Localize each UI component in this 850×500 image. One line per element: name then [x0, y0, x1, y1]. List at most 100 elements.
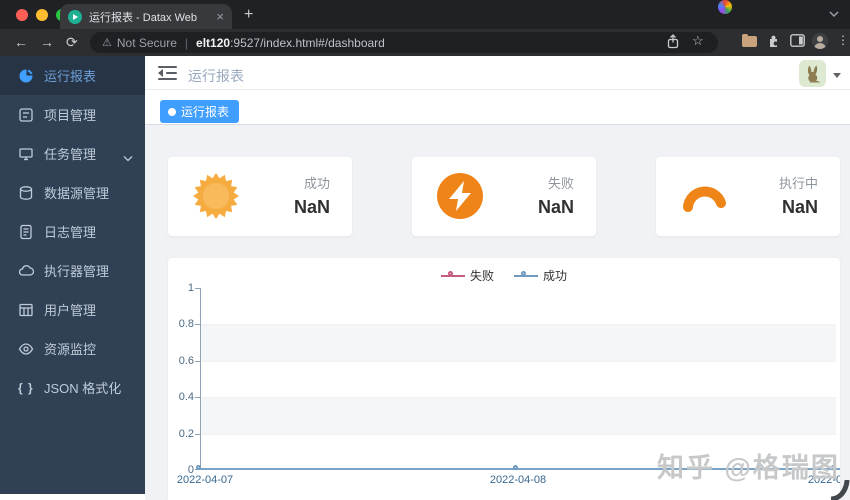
tag-dashboard[interactable]: 运行报表	[160, 100, 240, 123]
sidebar-item-projects[interactable]: 项目管理	[0, 95, 145, 134]
extension-colorful-icon[interactable]	[718, 0, 732, 14]
sidebar-item-users[interactable]: 用户管理	[0, 290, 145, 329]
sidebar-item-datasources[interactable]: 数据源管理	[0, 173, 145, 212]
datax-favicon-icon	[68, 9, 82, 24]
caret-down-icon[interactable]	[833, 73, 841, 78]
tag-label: 运行报表	[181, 105, 230, 119]
screen: 运行报表 - Datax Web × + ← → ⟳ ⚠ Not Secure …	[0, 0, 850, 500]
extensions-puzzle-icon[interactable]	[766, 34, 780, 53]
stat-value: NaN	[293, 197, 330, 217]
y-tick-label: 0.4	[178, 391, 194, 403]
y-axis-tick	[195, 397, 200, 398]
gridline	[200, 397, 836, 398]
legend-label: 失败	[469, 269, 494, 283]
y-tick-label: 1	[187, 282, 194, 294]
bookmark-star-icon[interactable]: ☆	[692, 33, 704, 49]
url-host: elt120	[196, 35, 231, 50]
stat-card-fail: 失败 NaN	[412, 157, 596, 236]
sidebar-item-tasks[interactable]: 任务管理	[0, 134, 145, 173]
datasource-icon	[18, 185, 34, 201]
stat-label: 失败	[547, 176, 574, 191]
gridline	[200, 361, 836, 362]
url-divider: |	[184, 35, 189, 50]
sidebar-item-label: 项目管理	[44, 108, 97, 123]
window-minimize-button[interactable]	[36, 9, 48, 21]
plot-band	[200, 324, 836, 361]
sidebar-item-label: JSON 格式化	[44, 381, 122, 396]
stat-label: 执行中	[778, 176, 818, 191]
chart-legend: 失败 成功	[168, 267, 840, 284]
y-tick-label: 0.2	[178, 427, 194, 440]
plot-band	[200, 288, 836, 324]
browser-menu-icon[interactable]: ⋮	[837, 33, 849, 47]
y-axis	[200, 288, 201, 470]
tab-close-icon[interactable]: ×	[216, 9, 224, 24]
browser-tab[interactable]: 运行报表 - Datax Web ×	[60, 4, 232, 29]
plot-band	[200, 397, 836, 434]
back-button[interactable]: ←	[14, 34, 28, 50]
app-header	[145, 56, 850, 90]
sidebar-item-json-format[interactable]: { } JSON 格式化	[0, 368, 145, 407]
stat-value: NaN	[781, 197, 818, 217]
task-icon	[18, 146, 34, 162]
stat-value: NaN	[537, 197, 574, 217]
json-braces-icon: { }	[18, 380, 34, 395]
sun-icon	[192, 172, 240, 220]
y-axis-tick	[195, 361, 200, 362]
sidebar-item-label: 数据源管理	[44, 186, 110, 201]
dashboard-icon	[18, 68, 34, 84]
tags-view-bar	[145, 90, 850, 125]
tab-title: 运行报表 - Datax Web	[89, 11, 197, 24]
data-point[interactable]	[196, 465, 201, 470]
project-icon	[18, 107, 34, 123]
legend-item-fail[interactable]: 失败	[440, 267, 494, 284]
chevron-down-icon	[123, 150, 133, 165]
new-tab-button[interactable]: +	[244, 7, 253, 23]
data-point[interactable]	[513, 465, 518, 470]
y-tick-label: 0.6	[178, 354, 194, 367]
y-axis-tick	[195, 288, 200, 289]
y-axis-tick	[195, 324, 200, 325]
window-close-button[interactable]	[16, 9, 28, 21]
forward-button[interactable]: →	[40, 34, 54, 50]
plot-band	[200, 361, 836, 397]
sidebar-item-logs[interactable]: 日志管理	[0, 212, 145, 251]
sidebar-item-dashboard[interactable]: 运行报表	[0, 56, 145, 95]
sidebar-item-resource-monitor[interactable]: 资源监控	[0, 329, 145, 368]
stat-label: 成功	[303, 176, 330, 191]
stat-card-success: 成功 NaN	[168, 157, 352, 236]
y-tick-label: 0.8	[178, 318, 194, 330]
watermark-swoosh	[829, 478, 850, 500]
gridline	[200, 324, 836, 325]
sidebar-item-label: 用户管理	[44, 303, 97, 318]
not-secure-warning-icon: ⚠	[102, 37, 112, 49]
legend-item-success[interactable]: 成功	[514, 267, 567, 284]
executor-cloud-icon	[18, 263, 35, 279]
chevron-down-icon[interactable]	[828, 8, 840, 20]
y-axis-tick	[195, 434, 200, 435]
address-bar[interactable]: ⚠ Not Secure | elt120 :9527/index.html#/…	[90, 32, 718, 53]
side-panel-icon[interactable]	[790, 34, 805, 52]
sidebar: 运行报表 项目管理 任务管理 数据源管理 日志管理 执行器管理 用户管理 资源监…	[0, 56, 145, 494]
browser-profile-avatar[interactable]	[812, 33, 828, 49]
user-avatar[interactable]	[799, 60, 826, 87]
extension-folder-icon[interactable]	[742, 34, 757, 47]
sidebar-item-label: 日志管理	[44, 225, 97, 240]
stat-card-running: 执行中 NaN	[656, 157, 840, 236]
security-label: Not Secure	[116, 35, 177, 50]
breadcrumb: 运行报表	[188, 68, 244, 84]
legend-label: 成功	[543, 269, 568, 283]
url-path: :9527/index.html#/dashboard	[230, 35, 385, 50]
watermark: 知乎 @格瑞图	[657, 453, 840, 483]
sidebar-collapse-icon[interactable]	[158, 66, 177, 80]
sidebar-item-label: 资源监控	[44, 342, 97, 357]
tag-active-dot	[168, 107, 176, 116]
user-table-icon	[18, 302, 34, 318]
sidebar-item-executors[interactable]: 执行器管理	[0, 251, 145, 290]
x-tick-label: 2022-04-07	[176, 474, 234, 486]
line-marker-icon	[514, 271, 538, 280]
resource-monitor-icon	[18, 341, 34, 357]
share-icon[interactable]	[666, 34, 680, 54]
reload-button[interactable]: ⟳	[66, 34, 78, 51]
crescent-icon	[680, 172, 728, 220]
